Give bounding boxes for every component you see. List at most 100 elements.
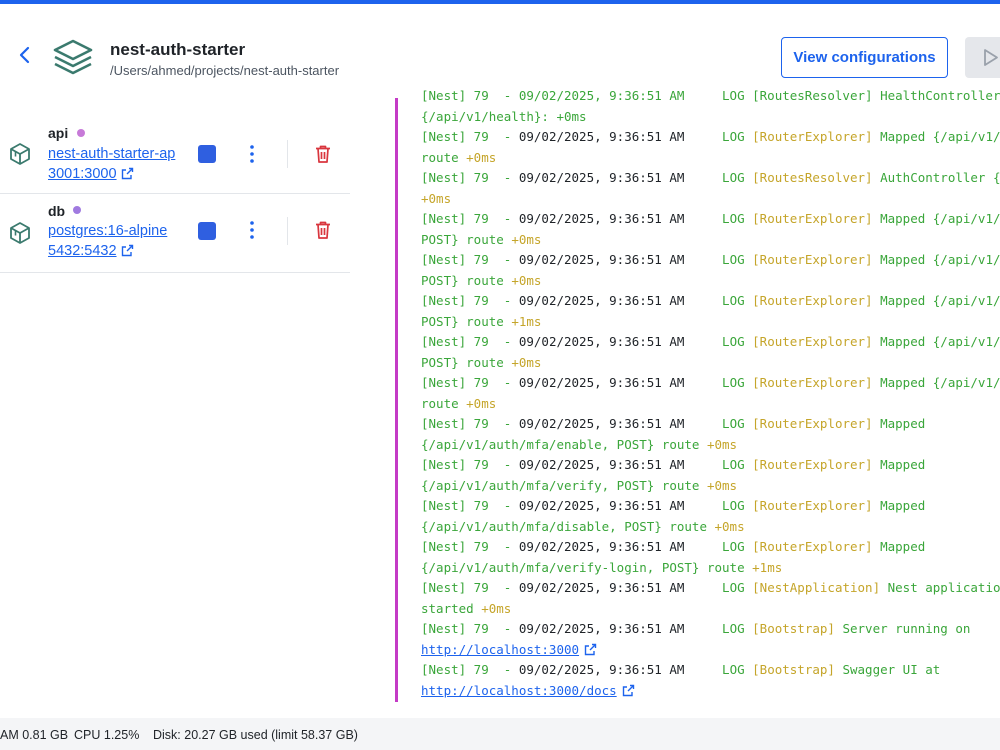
log-prefix: [Nest] 79 - <box>421 211 519 226</box>
view-configurations-button[interactable]: View configurations <box>781 37 948 78</box>
project-path: /Users/ahmed/projects/nest-auth-starter <box>110 63 340 78</box>
log-duration: +0ms <box>466 149 497 165</box>
log-message: Mapped {/api/v1/a <box>872 211 1000 226</box>
log-message: Swagger UI at <box>834 662 941 677</box>
log-level: LOG <box>684 580 753 595</box>
more-options-icon[interactable] <box>244 220 260 240</box>
log-timestamp: 09/02/2025, 9:36:51 AM <box>518 662 685 677</box>
log-level: LOG <box>684 293 753 308</box>
log-timestamp: 09/02/2025, 9:36:51 AM <box>518 211 685 226</box>
log-duration: +0ms <box>706 436 738 452</box>
log-duration: +1ms <box>752 559 783 575</box>
service-port-link[interactable]: 3001:3000 <box>48 166 134 182</box>
log-context: [RouterExplorer] <box>752 416 873 431</box>
log-prefix: [Nest] 79 - <box>421 662 519 677</box>
log-prefix: [Nest] 79 - <box>421 334 519 349</box>
log-duration: +0ms <box>714 518 745 534</box>
service-name: api <box>48 125 69 141</box>
log-duration: +1ms <box>511 313 542 329</box>
log-duration: +0ms <box>421 190 452 206</box>
log-line: [Nest] 79 - 09/02/2025, 9:36:51 AM LOG [… <box>421 250 1000 271</box>
log-url-link[interactable]: http://localhost:3000 <box>421 642 579 657</box>
log-line: started +0ms <box>421 599 1000 620</box>
log-line: POST} route +0ms <box>421 230 1000 251</box>
service-port-link[interactable]: 5432:5432 <box>48 243 134 259</box>
external-link-icon <box>121 167 133 180</box>
log-context: [RouterExplorer] <box>752 129 873 144</box>
log-context: [RouterExplorer] <box>752 539 873 554</box>
log-level: LOG <box>684 539 753 554</box>
log-message: Mapped <box>872 457 926 472</box>
log-message: Mapped <box>872 539 926 554</box>
log-duration: +0ms <box>511 231 542 247</box>
log-message: Mapped {/api/v1/a <box>872 334 1000 349</box>
log-line: [Nest] 79 - 09/02/2025, 9:36:51 AM LOG [… <box>421 496 1000 517</box>
service-port-text: 3001:3000 <box>48 166 117 182</box>
status-bar: AM 0.81 GB CPU 1.25% Disk: 20.27 GB used… <box>0 718 1000 750</box>
log-prefix: [Nest] 79 - <box>421 416 519 431</box>
log-context: [RoutesResolver] <box>752 170 873 185</box>
log-level: LOG <box>684 662 753 677</box>
external-link-icon[interactable] <box>584 643 597 656</box>
service-row-api[interactable]: api nest-auth-starter-ap 3001:3000 <box>0 98 350 194</box>
log-prefix: [Nest] 79 - <box>421 621 519 636</box>
trash-icon[interactable] <box>314 144 332 164</box>
service-image-link[interactable]: nest-auth-starter-ap <box>48 146 175 162</box>
log-timestamp: 09/02/2025, 9:36:51 AM <box>518 416 685 431</box>
log-text: {/api/v1/health}: +0ms <box>421 108 587 124</box>
log-url-link[interactable]: http://localhost:3000/docs <box>421 683 617 698</box>
log-line: {/api/v1/auth/mfa/verify-login, POST} ro… <box>421 558 1000 579</box>
back-chevron-icon[interactable] <box>14 44 36 66</box>
divider <box>287 217 288 245</box>
more-options-icon[interactable] <box>244 144 260 164</box>
log-line: {/api/v1/auth/mfa/enable, POST} route +0… <box>421 435 1000 456</box>
log-message: Mapped {/api/v1/a <box>872 252 1000 267</box>
log-timestamp: 09/02/2025, 9:36:51 AM <box>518 334 685 349</box>
log-message: Mapped <box>872 416 926 431</box>
log-continuation: POST} route <box>421 313 512 329</box>
log-line: [Nest] 79 - 09/02/2025, 9:36:51 AM LOG [… <box>421 291 1000 312</box>
log-line: [Nest] 79 - 09/02/2025, 9:36:51 AM LOG [… <box>421 373 1000 394</box>
log-message: Mapped <box>872 498 926 513</box>
log-timestamp: 09/02/2025, 9:36:51 AM <box>518 252 685 267</box>
service-row-db[interactable]: db postgres:16-alpine 5432:5432 <box>0 194 350 273</box>
log-level: LOG <box>684 211 753 226</box>
log-duration: +0ms <box>481 600 512 616</box>
log-line: +0ms <box>421 189 1000 210</box>
log-line: [Nest] 79 - 09/02/2025, 9:36:51 AM LOG [… <box>421 660 1000 681</box>
stop-button[interactable] <box>198 145 216 163</box>
log-prefix: [Nest] 79 - <box>421 252 519 267</box>
log-line: http://localhost:3000 <box>421 640 1000 661</box>
service-image-link[interactable]: postgres:16-alpine <box>48 223 167 239</box>
log-context: [NestApplication] <box>752 580 881 595</box>
service-port-text: 5432:5432 <box>48 243 117 259</box>
log-timestamp: 09/02/2025, 9:36:51 AM <box>518 375 685 390</box>
log-context: [RouterExplorer] <box>752 252 873 267</box>
log-prefix: [Nest] 79 - <box>421 498 519 513</box>
log-message: Mapped {/api/v1/a <box>872 375 1000 390</box>
log-timestamp: 09/02/2025, 9:36:51 AM <box>518 129 685 144</box>
log-line: {/api/v1/health}: +0ms <box>421 107 1000 128</box>
log-level: LOG <box>684 457 753 472</box>
log-timestamp: 09/02/2025, 9:36:51 AM <box>518 621 685 636</box>
log-line: POST} route +0ms <box>421 353 1000 374</box>
log-level: LOG <box>684 375 753 390</box>
log-line: POST} route +1ms <box>421 312 1000 333</box>
project-title: nest-auth-starter <box>110 40 246 59</box>
log-line: [Nest] 79 - 09/02/2025, 9:36:51 AM LOG [… <box>421 209 1000 230</box>
log-prefix: [Nest] 79 - <box>421 375 519 390</box>
log-line: [Nest] 79 - 09/02/2025, 9:36:51 AM LOG [… <box>421 578 1000 599</box>
log-continuation: {/api/v1/auth/mfa/disable, POST} route <box>421 518 715 534</box>
log-level: LOG <box>684 621 753 636</box>
status-dot <box>73 206 81 214</box>
log-line: route +0ms <box>421 148 1000 169</box>
log-context: [Bootstrap] <box>752 621 835 636</box>
external-link-icon[interactable] <box>622 684 635 697</box>
log-output[interactable]: [Nest] 79 - 09/02/2025, 9:36:51 AM LOG [… <box>398 86 1000 702</box>
log-context: [RouterExplorer] <box>752 498 873 513</box>
start-button[interactable] <box>965 37 1000 78</box>
trash-icon[interactable] <box>314 220 332 240</box>
ram-usage: AM 0.81 GB <box>0 728 69 742</box>
status-dot <box>77 129 85 137</box>
stop-button[interactable] <box>198 222 216 240</box>
